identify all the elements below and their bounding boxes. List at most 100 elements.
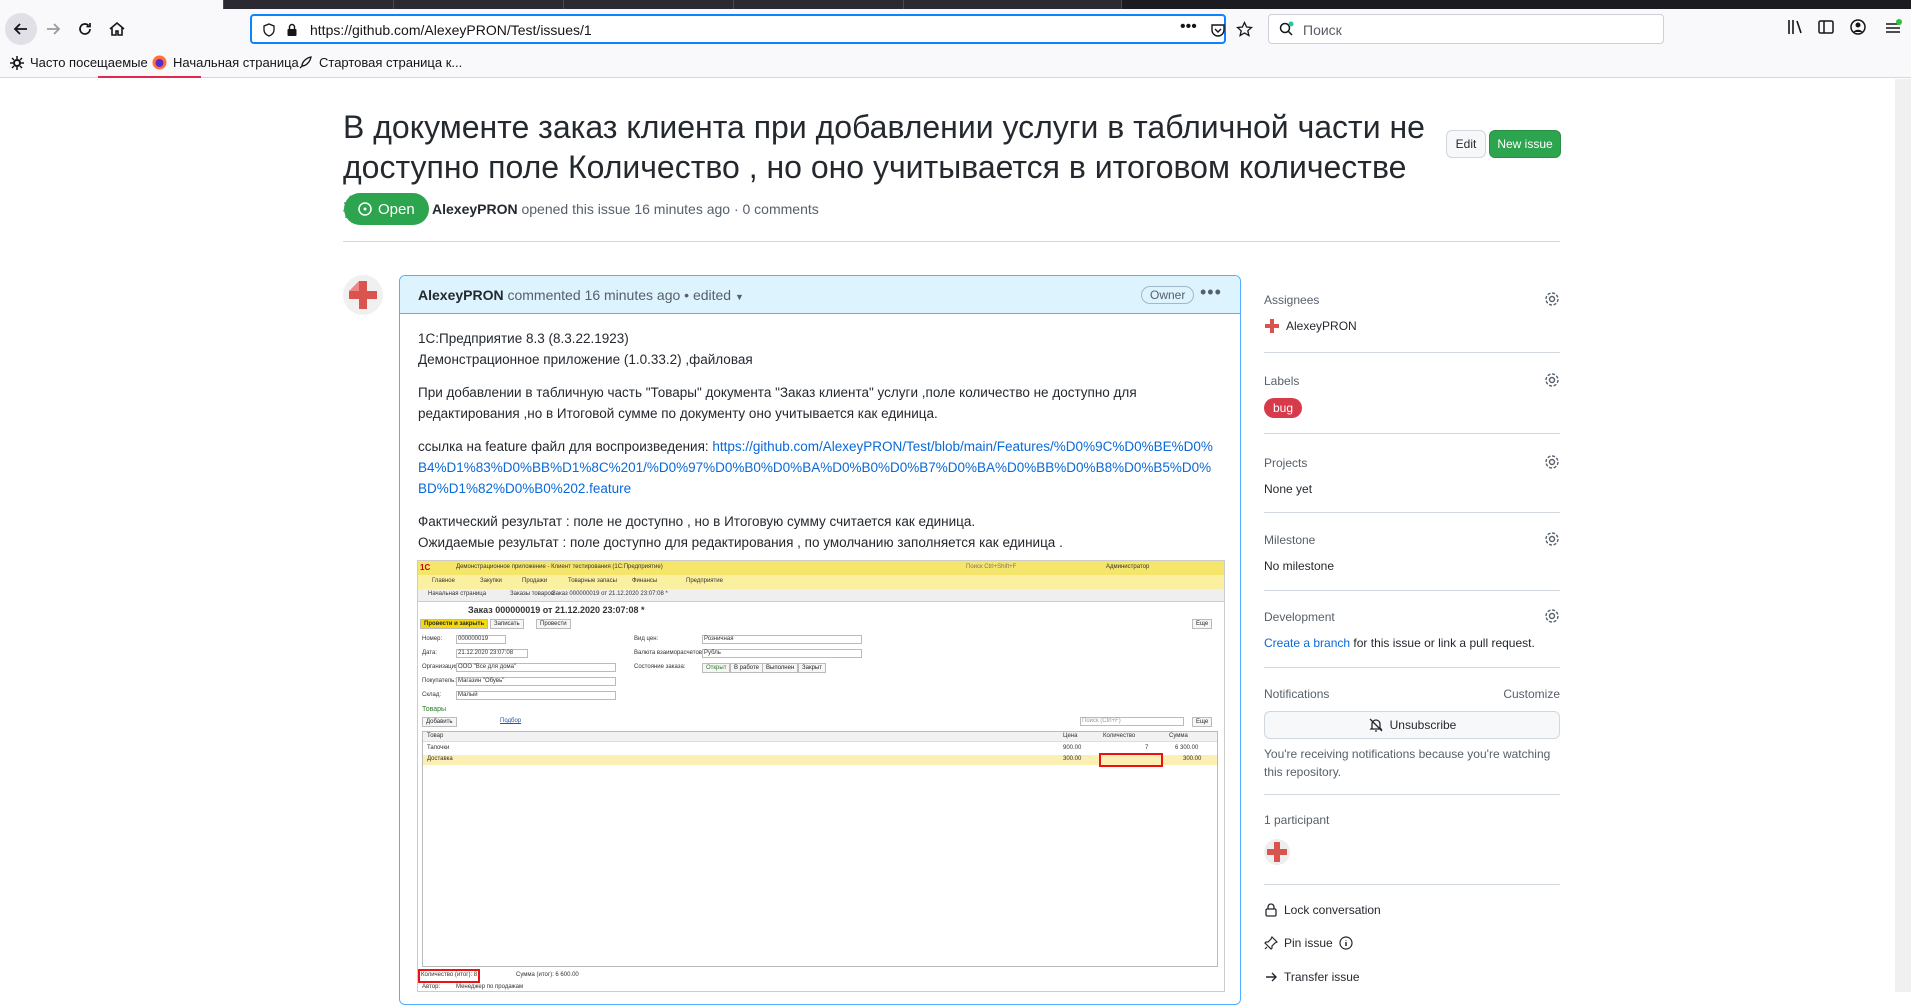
menu-icon[interactable] [1883, 18, 1903, 38]
row-price: 300.00 [1063, 756, 1082, 762]
field-value: 000000019 [458, 636, 489, 642]
browser-tab[interactable] [904, 0, 1122, 9]
field-value: Рубль [704, 650, 721, 656]
sidebar-toggle-icon[interactable] [1817, 18, 1835, 36]
page-actions-icon[interactable]: ••• [1180, 18, 1197, 36]
arrow-right-icon [1266, 972, 1277, 982]
url-text[interactable]: https://github.com/AlexeyPRON/Test/issue… [310, 22, 592, 38]
embedded-screenshot[interactable]: 1С Демонстрационное приложение - Клиент … [417, 560, 1225, 992]
edit-button[interactable]: Edit [1446, 130, 1486, 158]
transfer-issue-button[interactable]: Transfer issue [1264, 970, 1360, 984]
gear-icon[interactable] [1544, 372, 1560, 388]
labels-section: Labels bug [1264, 372, 1560, 424]
section: Товарные запасы [568, 578, 617, 584]
section: Финансы [632, 578, 658, 584]
sidebar-divider [1264, 512, 1560, 513]
scrollbar[interactable] [1895, 79, 1911, 992]
comment-options-icon[interactable]: ••• [1200, 282, 1222, 303]
pin-issue-button[interactable]: Pin issue [1264, 936, 1353, 950]
home-button[interactable] [101, 13, 133, 45]
development-heading: Development [1264, 610, 1335, 624]
reload-button[interactable] [69, 13, 101, 45]
body-line: 1С:Предприятие 8.3 (8.3.22.1923) [418, 331, 629, 346]
library-icon[interactable] [1786, 18, 1804, 36]
lock-conversation-button[interactable]: Lock conversation [1264, 903, 1381, 917]
col-header: Сумма [1169, 733, 1188, 739]
goods-table: Товар Цена Количество Сумма Тапочки 900.… [422, 731, 1218, 967]
bookmark-home[interactable]: Начальная страница [152, 55, 299, 70]
btn-label: Еще [1196, 621, 1209, 627]
assignee-item[interactable]: AlexeyPRON [1264, 318, 1357, 334]
chevron-down-icon[interactable]: ▼ [735, 292, 744, 302]
sidebar-divider [1264, 433, 1560, 434]
search-bar[interactable]: Поиск [1268, 14, 1664, 44]
doc-title: Заказ 000000019 от 21.12.2020 23:07:08 * [468, 605, 645, 615]
create-branch-link[interactable]: Create a branch [1264, 636, 1350, 650]
field-label: Склад: [422, 692, 442, 698]
state-badge: Open [344, 193, 429, 225]
window-title: Демонстрационное приложение - Клиент тес… [456, 564, 663, 570]
notifications-section: Notifications Customize Unsubscribe You'… [1264, 687, 1560, 779]
home-icon [109, 21, 125, 36]
bookmark-frequent[interactable]: Часто посещаемые [10, 55, 148, 70]
gear-icon[interactable] [1544, 454, 1560, 470]
lock-icon[interactable] [286, 23, 298, 37]
header-divider [343, 241, 1560, 242]
avatar[interactable] [343, 275, 383, 315]
issue-author-link[interactable]: AlexeyPRON [432, 201, 518, 217]
sidebar-divider [1264, 667, 1560, 668]
identicon-icon [349, 281, 377, 309]
sidebar-divider [1264, 352, 1560, 353]
state-text: Выполнен [766, 665, 795, 671]
table-more-button: Еще [1192, 717, 1213, 727]
comment-time-link[interactable]: 16 minutes ago [585, 287, 681, 303]
bookmark-start[interactable]: Стартовая страница к... [298, 55, 462, 70]
bookmark-label: Стартовая страница к... [319, 55, 463, 70]
field-box: Магазин "Обувь" [456, 677, 616, 686]
account-icon[interactable] [1849, 18, 1867, 36]
active-bookmark-underline [98, 76, 201, 78]
edited-dropdown[interactable]: • edited [684, 287, 731, 303]
comment-author-link[interactable]: AlexeyPRON [418, 287, 504, 303]
label-bug[interactable]: bug [1264, 398, 1303, 418]
active-tab[interactable] [0, 0, 224, 9]
gear-icon[interactable] [1544, 291, 1560, 307]
pocket-icon[interactable] [1210, 22, 1226, 38]
unsubscribe-button[interactable]: Unsubscribe [1264, 711, 1560, 739]
gear-icon[interactable] [1544, 608, 1560, 624]
state-option: В работе [730, 663, 764, 673]
post-button: Провести [536, 619, 571, 629]
forward-button[interactable] [37, 13, 69, 45]
row-qty: 7 [1145, 745, 1149, 751]
browser-tab[interactable] [224, 0, 394, 9]
customize-link[interactable]: Customize [1503, 687, 1560, 701]
bookmarks-bar: Часто посещаемые Начальная страница Стар… [0, 50, 1911, 78]
pin-label: Pin issue [1284, 936, 1333, 950]
issue-title-text: В документе заказ клиента при добавлении… [343, 109, 1425, 185]
new-issue-button[interactable]: New issue [1489, 130, 1561, 158]
notification-reason: You're receiving notifications because y… [1264, 747, 1551, 779]
browser-tab[interactable] [734, 0, 904, 9]
bell-slash-icon [1369, 718, 1383, 732]
assignee-name: AlexeyPRON [1286, 319, 1357, 333]
section: Закупки [480, 578, 502, 584]
gear-icon [10, 55, 24, 70]
url-bar[interactable]: https://github.com/AlexeyPRON/Test/issue… [250, 14, 1253, 44]
gear-icon[interactable] [1544, 531, 1560, 547]
info-icon[interactable] [1339, 936, 1353, 950]
state-text: Закрыт [802, 665, 822, 671]
participant-avatar[interactable] [1264, 839, 1290, 865]
more-button: Еще [1192, 619, 1213, 629]
bookmark-star-icon[interactable] [1236, 21, 1253, 38]
state-label: Open [378, 200, 415, 218]
write-button: Записать [490, 619, 524, 629]
app-tab: Заказ 000000019 от 21.12.2020 23:07:08 * [552, 591, 668, 597]
browser-tab[interactable] [564, 0, 734, 9]
comment-header: AlexeyPRON commented 16 minutes ago • ed… [400, 276, 1240, 314]
back-button[interactable] [5, 13, 37, 45]
browser-tab[interactable] [394, 0, 564, 9]
identicon-icon [1267, 842, 1287, 862]
state-option: Закрыт [798, 663, 826, 673]
btn-label: Добавить [426, 719, 453, 725]
shield-icon[interactable] [262, 23, 276, 37]
